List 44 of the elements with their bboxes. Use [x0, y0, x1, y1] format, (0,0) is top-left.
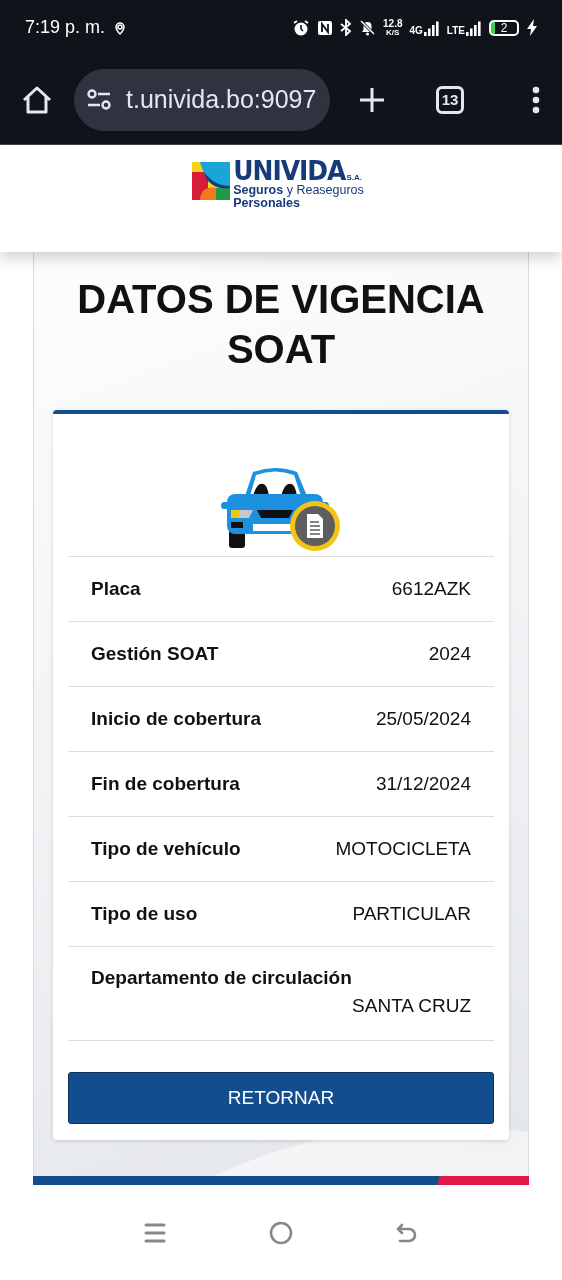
- speed-unit: K/S: [386, 27, 400, 37]
- field-label: Gestión SOAT: [91, 643, 219, 665]
- field-label: Tipo de vehículo: [91, 838, 241, 860]
- location-icon: [113, 20, 128, 35]
- tagline: Seguros y Reaseguros: [233, 184, 364, 197]
- field-value: 31/12/2024: [375, 773, 471, 795]
- battery-level: 2: [489, 19, 519, 36]
- return-button[interactable]: RETORNAR: [68, 1072, 494, 1124]
- page-title: DATOS DE VIGENCIA SOAT: [76, 276, 486, 373]
- field-value: 6612AZK: [391, 578, 471, 600]
- clock-time: 7:19 p. m.: [25, 17, 106, 38]
- field-label: Departamento de circulación: [91, 967, 353, 989]
- network-type: LTE: [446, 24, 465, 36]
- field-value: 25/05/2024: [375, 708, 471, 730]
- network-speed: 12.8: [383, 18, 403, 28]
- url-text: t.univida.bo:9097: [126, 85, 317, 114]
- network-type: 4G: [409, 24, 423, 36]
- bluetooth-icon: [340, 19, 353, 36]
- field-value: 2024: [428, 643, 471, 665]
- field-value: MOTOCICLETA: [335, 838, 471, 860]
- new-tab-icon[interactable]: [358, 85, 386, 114]
- field-value: PARTICULAR: [352, 903, 471, 925]
- site-settings-icon[interactable]: [86, 88, 112, 111]
- tab-count-button[interactable]: 13: [436, 85, 464, 114]
- field-label: Tipo de uso: [91, 903, 198, 925]
- field-value: SANTA CRUZ: [351, 995, 471, 1017]
- home-button-icon[interactable]: [269, 1221, 293, 1245]
- alarm-icon: [292, 18, 311, 37]
- signal-icon: [423, 19, 440, 36]
- signal-icon: [466, 19, 482, 36]
- address-bar[interactable]: t.univida.bo:9097: [74, 68, 330, 131]
- recent-apps-icon[interactable]: [143, 1222, 166, 1244]
- back-icon[interactable]: [396, 1222, 419, 1244]
- brand-suffix: S.A.: [346, 173, 363, 182]
- field-label: Inicio de cobertura: [91, 708, 261, 730]
- charging-icon: [526, 19, 538, 36]
- nfc-icon: [317, 19, 334, 36]
- logo-mark-icon: [192, 162, 231, 200]
- brand-name: UNIVIDA: [233, 159, 346, 185]
- tagline: Personales: [233, 197, 300, 210]
- field-label: Fin de cobertura: [91, 773, 240, 795]
- field-label: Placa: [91, 578, 141, 600]
- bell-off-icon: [359, 19, 377, 36]
- menu-icon[interactable]: [532, 85, 540, 114]
